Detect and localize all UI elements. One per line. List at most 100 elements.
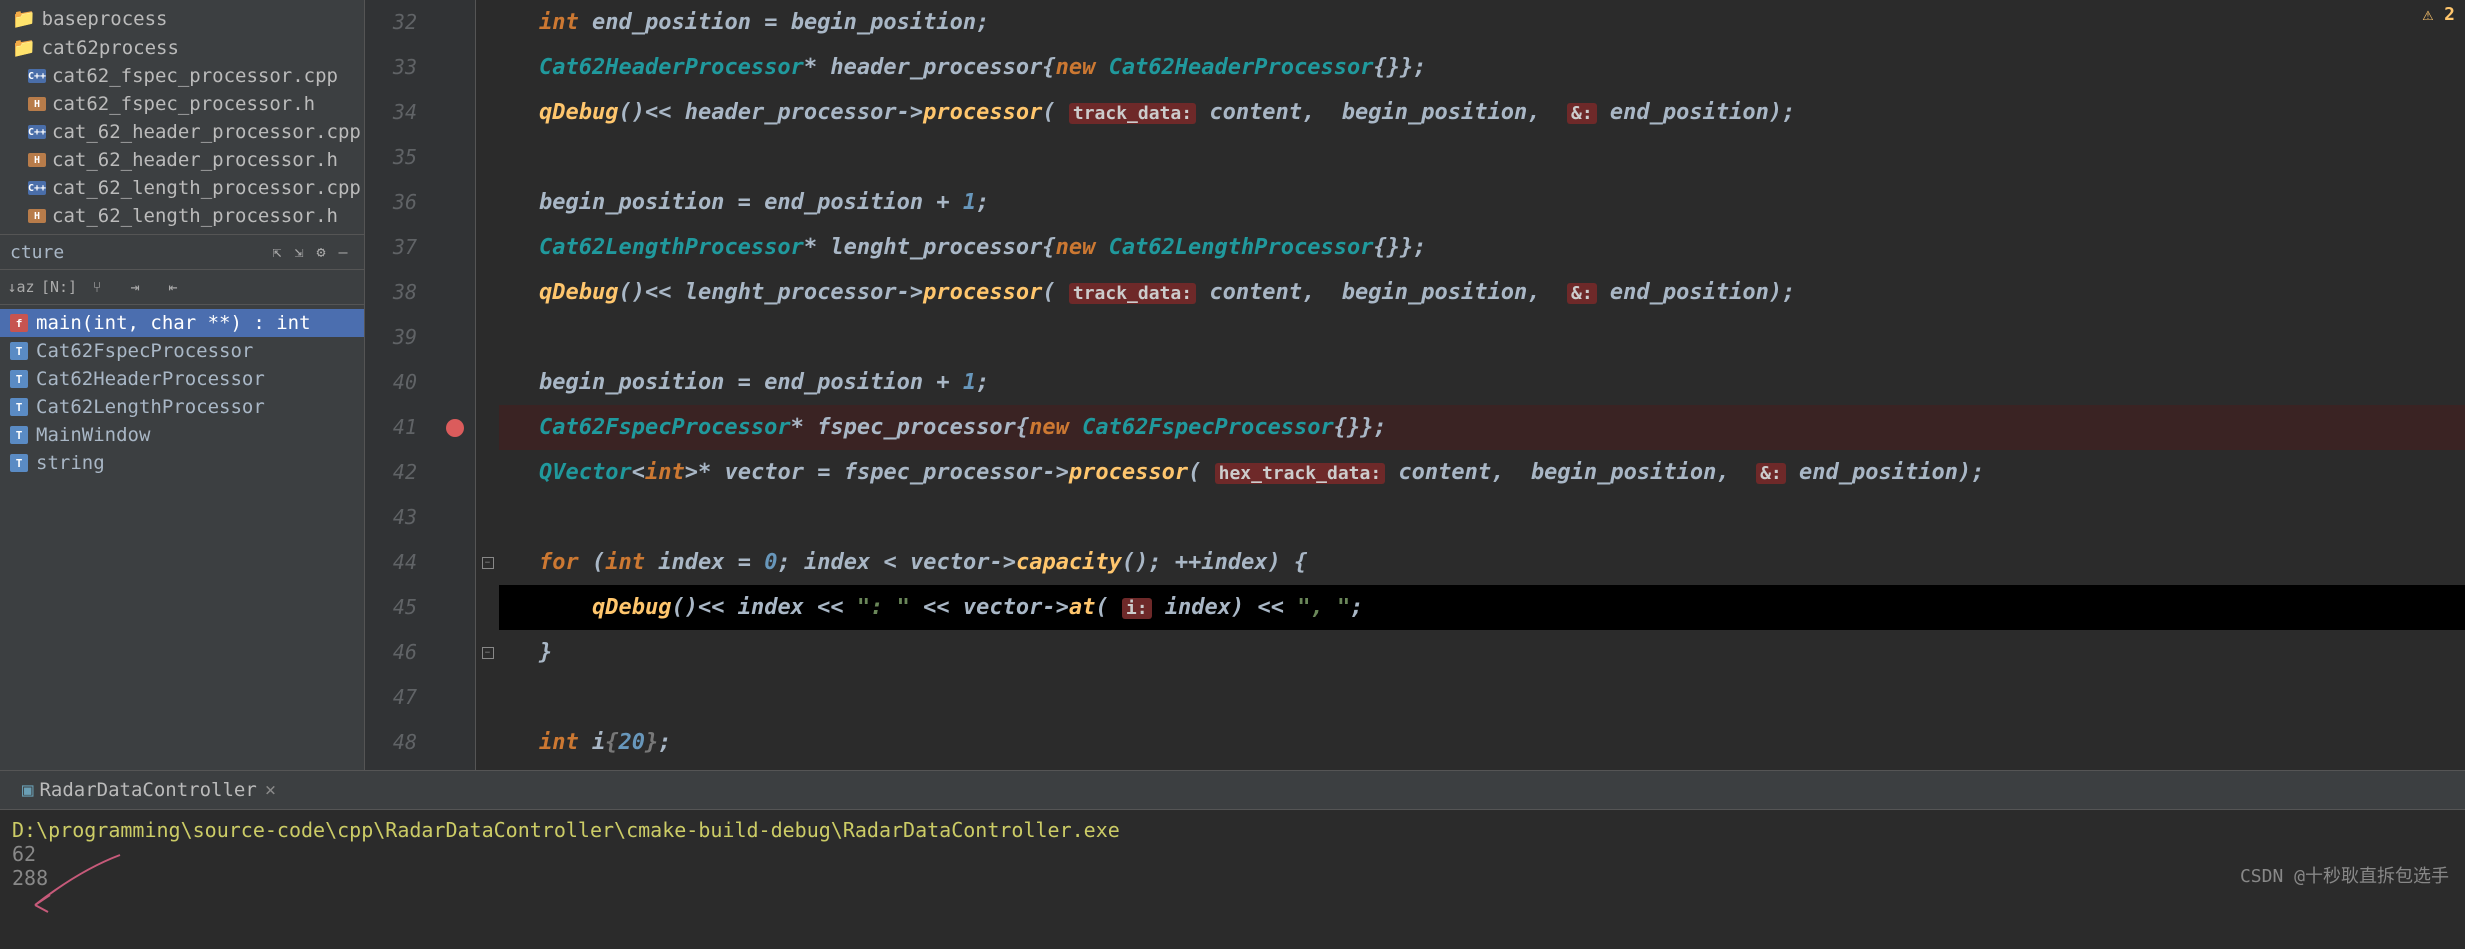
- terminal-panel: ▣ RadarDataController × D:\programming\s…: [0, 770, 2465, 949]
- code-line[interactable]: [499, 675, 2465, 720]
- fold-slot[interactable]: [476, 450, 499, 495]
- breakpoint-slot[interactable]: [435, 540, 475, 585]
- breakpoint-slot[interactable]: [435, 135, 475, 180]
- fold-slot[interactable]: [476, 180, 499, 225]
- fold-slot[interactable]: [476, 270, 499, 315]
- breakpoint-slot[interactable]: [435, 405, 475, 450]
- code-line[interactable]: qDebug()<< lenght_processor->processor( …: [499, 270, 2465, 315]
- breakpoint-slot[interactable]: [435, 360, 475, 405]
- fold-slot[interactable]: [476, 315, 499, 360]
- filter-icon[interactable]: [N:]: [48, 276, 70, 298]
- project-folder[interactable]: 📁 baseprocess: [0, 4, 364, 33]
- h-file-icon: H: [28, 97, 46, 111]
- code-line[interactable]: for (int index = 0; index < vector->capa…: [499, 540, 2465, 585]
- project-file[interactable]: C++cat_62_header_processor.cpp: [0, 118, 364, 146]
- fold-column[interactable]: −−: [475, 0, 499, 770]
- collapse-icon[interactable]: ⇲: [288, 241, 310, 263]
- structure-item[interactable]: fmain(int, char **) : int: [0, 309, 364, 337]
- breakpoint-slot[interactable]: [435, 720, 475, 765]
- code-line[interactable]: int i{20};: [499, 720, 2465, 765]
- breakpoint-slot[interactable]: [435, 0, 475, 45]
- code-line[interactable]: [499, 315, 2465, 360]
- breakpoint-slot[interactable]: [435, 675, 475, 720]
- breakpoint-slot[interactable]: [435, 585, 475, 630]
- type-badge-icon: T: [10, 426, 28, 444]
- structure-item[interactable]: TMainWindow: [0, 421, 364, 449]
- project-file[interactable]: C++cat_62_length_processor.cpp: [0, 174, 364, 202]
- fold-slot[interactable]: [476, 675, 499, 720]
- expand-icon[interactable]: ⇱: [266, 241, 288, 263]
- sort-alpha-icon[interactable]: ↓az: [10, 276, 32, 298]
- code-line[interactable]: Cat62LengthProcessor* lenght_processor{n…: [499, 225, 2465, 270]
- warning-indicator[interactable]: ⚠ 2: [2422, 4, 2455, 25]
- code-line[interactable]: begin_position = end_position + 1;: [499, 360, 2465, 405]
- code-line[interactable]: Cat62FspecProcessor* fspec_processor{new…: [499, 405, 2465, 450]
- structure-item[interactable]: TCat62FspecProcessor: [0, 337, 364, 365]
- code-line[interactable]: begin_position = end_position + 1;: [499, 180, 2465, 225]
- file-label: cat_62_header_processor.h: [52, 149, 338, 171]
- fold-start-icon[interactable]: −: [482, 557, 494, 569]
- project-file[interactable]: Hcat_62_header_processor.h: [0, 146, 364, 174]
- structure-panel-header: cture ⇱ ⇲ ⚙ —: [0, 234, 364, 270]
- project-file[interactable]: Hcat_62_length_processor.h: [0, 202, 364, 230]
- fold-slot[interactable]: [476, 720, 499, 765]
- fold-slot[interactable]: [476, 0, 499, 45]
- breakpoint-slot[interactable]: [435, 495, 475, 540]
- structure-item[interactable]: Tstring: [0, 449, 364, 477]
- structure-item[interactable]: TCat62HeaderProcessor: [0, 365, 364, 393]
- fold-slot[interactable]: −: [476, 540, 499, 585]
- line-number: 40: [365, 360, 417, 405]
- code-line[interactable]: qDebug()<< index << ": " << vector->at( …: [499, 585, 2465, 630]
- folder-label: cat62process: [42, 37, 179, 59]
- collapse-all-icon[interactable]: ⇥: [124, 276, 146, 298]
- breakpoint-slot[interactable]: [435, 630, 475, 675]
- fold-end-icon[interactable]: −: [482, 647, 494, 659]
- fold-slot[interactable]: −: [476, 630, 499, 675]
- gear-icon[interactable]: ⚙: [310, 241, 332, 263]
- line-number: 43: [365, 495, 417, 540]
- code-line[interactable]: [499, 495, 2465, 540]
- breakpoint-marker[interactable]: [446, 419, 464, 437]
- breakpoint-slot[interactable]: [435, 90, 475, 135]
- fold-slot[interactable]: [476, 45, 499, 90]
- fold-slot[interactable]: [476, 225, 499, 270]
- fold-slot[interactable]: [476, 90, 499, 135]
- breakpoint-column[interactable]: [435, 0, 475, 770]
- line-number: 45: [365, 585, 417, 630]
- breakpoint-slot[interactable]: [435, 45, 475, 90]
- project-file[interactable]: C++cat62_fspec_processor.cpp: [0, 62, 364, 90]
- breakpoint-slot[interactable]: [435, 270, 475, 315]
- terminal-tabs: ▣ RadarDataController ×: [0, 771, 2465, 810]
- close-icon[interactable]: ×: [265, 779, 276, 801]
- fold-slot[interactable]: [476, 135, 499, 180]
- function-badge-icon: f: [10, 314, 28, 332]
- code-line[interactable]: [499, 135, 2465, 180]
- code-line[interactable]: int end_position = begin_position;: [499, 0, 2465, 45]
- breakpoint-slot[interactable]: [435, 450, 475, 495]
- file-label: cat_62_length_processor.h: [52, 205, 338, 227]
- project-folder[interactable]: 📁 cat62process: [0, 33, 364, 62]
- breakpoint-slot[interactable]: [435, 315, 475, 360]
- fold-slot[interactable]: [476, 585, 499, 630]
- structure-item[interactable]: TCat62LengthProcessor: [0, 393, 364, 421]
- terminal-line: 288: [12, 866, 2453, 890]
- line-number: 48: [365, 720, 417, 765]
- code-line[interactable]: qDebug()<< header_processor->processor( …: [499, 90, 2465, 135]
- terminal-tab[interactable]: ▣ RadarDataController ×: [12, 775, 286, 805]
- line-number: 35: [365, 135, 417, 180]
- code-content[interactable]: ⚠ 2 int end_position = begin_position;Ca…: [499, 0, 2465, 770]
- code-line[interactable]: Cat62HeaderProcessor* header_processor{n…: [499, 45, 2465, 90]
- terminal-output[interactable]: D:\programming\source-code\cpp\RadarData…: [0, 810, 2465, 898]
- breakpoint-slot[interactable]: [435, 225, 475, 270]
- code-line[interactable]: }: [499, 630, 2465, 675]
- fold-slot[interactable]: [476, 405, 499, 450]
- code-line[interactable]: QVector<int>* vector = fspec_processor->…: [499, 450, 2465, 495]
- expand-all-icon[interactable]: ⇤: [162, 276, 184, 298]
- terminal-exe-path: D:\programming\source-code\cpp\RadarData…: [12, 818, 2453, 842]
- breakpoint-slot[interactable]: [435, 180, 475, 225]
- tree-icon[interactable]: ⑂: [86, 276, 108, 298]
- fold-slot[interactable]: [476, 495, 499, 540]
- fold-slot[interactable]: [476, 360, 499, 405]
- minimize-icon[interactable]: —: [332, 241, 354, 263]
- project-file[interactable]: Hcat62_fspec_processor.h: [0, 90, 364, 118]
